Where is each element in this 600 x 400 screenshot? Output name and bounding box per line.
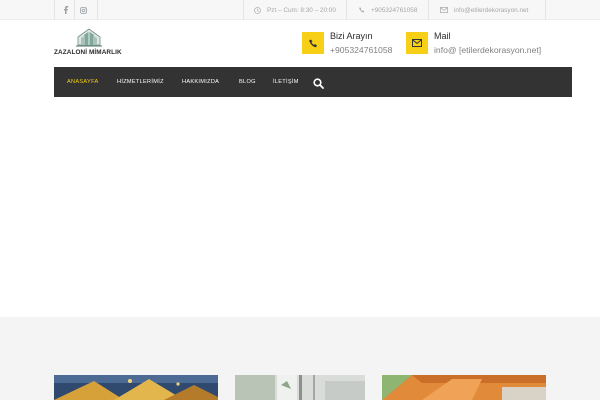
main-navigation: ANASAYFA HİZMETLERİMİZ HAKKIMIZDA BLOG İ…: [54, 67, 572, 97]
mail-address[interactable]: info@ [etilerdekorasyon.net]: [434, 45, 541, 55]
divider: [54, 0, 55, 20]
clock-icon: [254, 6, 261, 14]
hero-slider: [0, 97, 600, 317]
topbar-phone-text: +905324761058: [371, 6, 418, 14]
site-logo[interactable]: ZAZALONİ MİMARLIK: [54, 27, 128, 59]
mail-title: Mail: [434, 31, 451, 41]
phone-icon: [308, 38, 317, 47]
topbar-email-text: info@etilerdekorasyon.net: [454, 6, 529, 14]
facebook-icon[interactable]: [58, 0, 74, 20]
top-bar: Pzt – Cum: 8:30 – 20:00 +905324761058 in…: [0, 0, 600, 20]
nav-item-hizmetlerimiz[interactable]: HİZMETLERİMİZ: [117, 67, 164, 97]
project-thumbnail[interactable]: [235, 375, 365, 400]
logo-text: ZAZALONİ MİMARLIK: [54, 49, 122, 56]
divider: [428, 0, 429, 20]
divider: [97, 0, 98, 20]
topbar-email-link[interactable]: info@etilerdekorasyon.net: [440, 0, 528, 20]
nav-item-anasayfa[interactable]: ANASAYFA: [67, 67, 99, 97]
opening-hours-text: Pzt – Cum: 8:30 – 20:00: [267, 6, 336, 14]
phone-badge: [302, 32, 324, 54]
call-us-block: Bizi Arayın +905324761058: [302, 31, 402, 59]
phone-icon: [359, 7, 365, 13]
nav-item-hakkimizda[interactable]: HAKKIMIZDA: [182, 67, 219, 97]
instagram-icon[interactable]: [75, 0, 91, 20]
project-thumbnail[interactable]: [54, 375, 218, 400]
call-us-number[interactable]: +905324761058: [330, 45, 392, 55]
nav-item-iletisim[interactable]: İLETİŞİM: [273, 67, 299, 97]
divider: [545, 0, 546, 20]
divider: [346, 0, 347, 20]
divider: [243, 0, 244, 20]
projects-section: [0, 317, 600, 400]
opening-hours: Pzt – Cum: 8:30 – 20:00: [254, 0, 336, 20]
call-us-title: Bizi Arayın: [330, 31, 373, 41]
envelope-icon: [440, 7, 448, 13]
topbar-phone-link[interactable]: +905324761058: [359, 0, 417, 20]
logo-mark: [76, 28, 102, 47]
mail-badge: [406, 32, 428, 54]
search-icon[interactable]: [313, 76, 325, 89]
mail-block: Mail info@ [etilerdekorasyon.net]: [406, 31, 556, 59]
envelope-icon: [412, 39, 422, 47]
nav-item-blog[interactable]: BLOG: [239, 67, 256, 97]
project-thumbnail[interactable]: [382, 375, 546, 400]
